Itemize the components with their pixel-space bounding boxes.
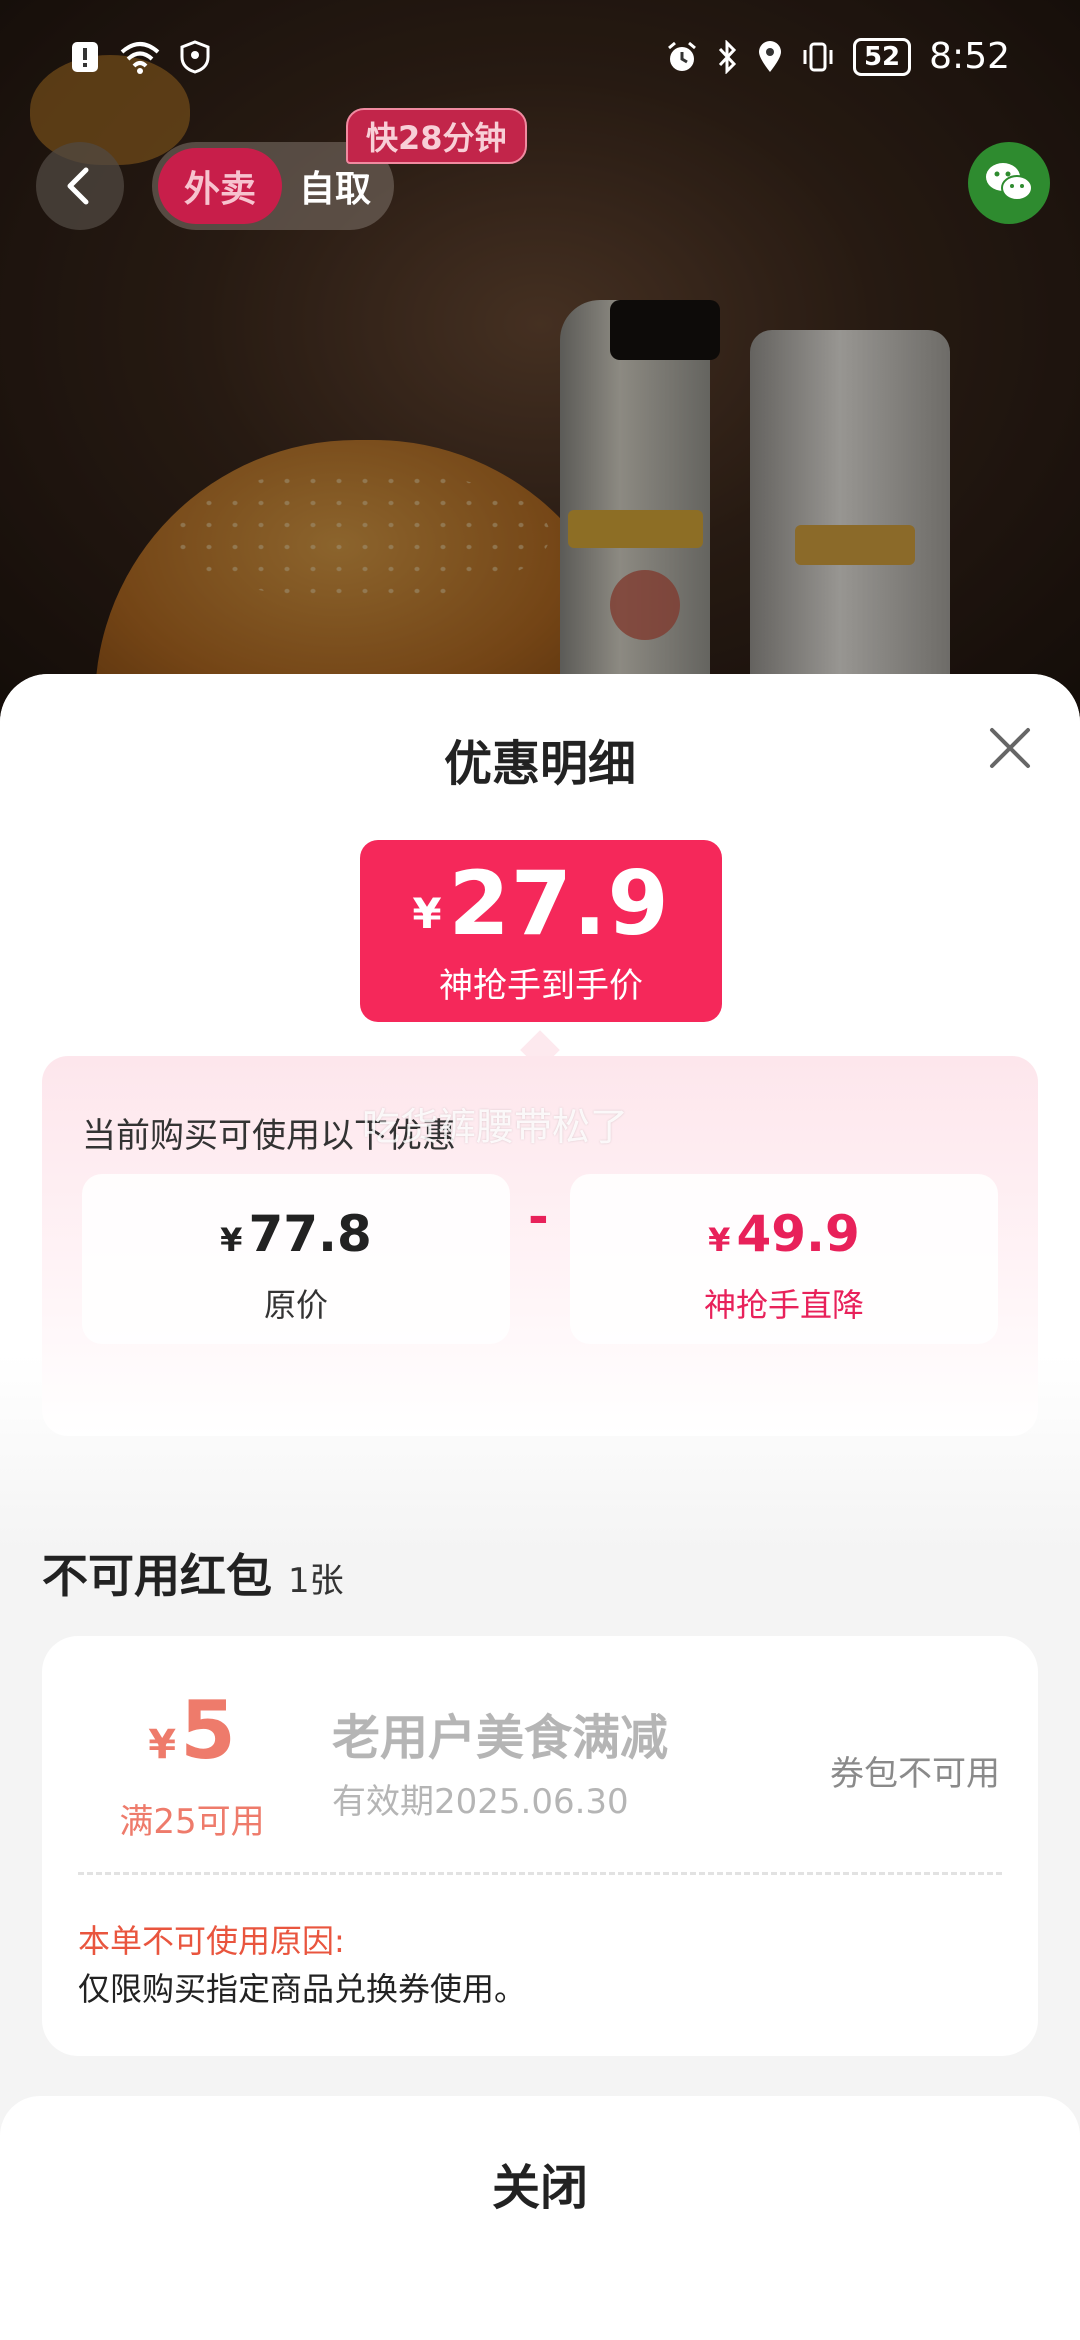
original-price: ¥77.8 (82, 1204, 510, 1270)
coupon-value-amount: 5 (180, 1684, 236, 1777)
coupon-value-block: ¥5 满25可用 (102, 1686, 282, 1843)
discount-label: 神抢手直降 (703, 1286, 864, 1324)
coupon-reason-title: 本单不可使用原因: (78, 1922, 345, 1960)
original-price-label: 原价 (263, 1286, 328, 1324)
bluetooth-icon (718, 39, 737, 74)
bottom-action-bar: 关闭 (0, 2096, 1080, 2340)
coupon-card[interactable]: ¥5 满25可用 老用户美食满减 有效期2025.06.30 券包不可用 本单不… (42, 1636, 1038, 2056)
final-price-badge: ¥27.9 神抢手到手价 (360, 840, 722, 1022)
battery-icon: 52 (852, 37, 912, 76)
discount-price: ¥49.9 (570, 1204, 998, 1270)
sheet-title: 优惠明细 (443, 736, 636, 792)
discount-detail-sheet: 优惠明细 ¥27.9 神抢手到手价 当前购买可使用以下优惠 吃货裤腰带松了 ¥7… (0, 674, 1080, 2340)
wechat-icon (986, 163, 1033, 201)
currency-symbol: ¥ (220, 1221, 243, 1259)
chevron-left-icon (67, 167, 89, 205)
wechat-share-button[interactable] (968, 142, 1050, 224)
unavailable-coupons-count: 1张 (288, 1561, 344, 1601)
notification-icon (72, 42, 98, 72)
location-icon (758, 40, 781, 72)
watermark-text: 吃货裤腰带松了 (362, 1105, 629, 1149)
coupon-divider (78, 1872, 1002, 1875)
status-bar: 52 8:52 (0, 0, 1080, 120)
vibrate-icon (803, 42, 833, 71)
wifi-icon (120, 42, 160, 74)
promo-breakdown-panel: 当前购买可使用以下优惠 吃货裤腰带松了 ¥77.8 原价 - ¥49.9 神抢手… (42, 1056, 1038, 1436)
final-price-amount: 27.9 (448, 852, 670, 955)
currency-symbol: ¥ (412, 889, 443, 938)
close-icon (990, 728, 1030, 768)
original-price-card: ¥77.8 原价 (82, 1174, 510, 1344)
close-icon-button[interactable] (984, 722, 1036, 774)
coupon-expiry: 有效期2025.06.30 (332, 1782, 629, 1822)
minus-sign: - (528, 1188, 549, 1246)
coupon-condition: 满25可用 (119, 1802, 265, 1842)
coupon-reason: 仅限购买指定商品兑换券使用。 (78, 1970, 527, 2008)
final-price: ¥27.9 (360, 854, 722, 964)
tab-pickup[interactable]: 自取 (282, 160, 388, 212)
unavailable-coupons-title: 不可用红包 (42, 1549, 272, 1603)
currency-symbol: ¥ (148, 1722, 177, 1768)
discount-card: ¥49.9 神抢手直降 (570, 1174, 998, 1344)
original-price-amount: 77.8 (248, 1205, 372, 1263)
unavailable-coupons-header: 不可用红包 1张 (42, 1540, 344, 1606)
final-price-label: 神抢手到手价 (439, 966, 643, 1006)
coupon-value: ¥5 (102, 1686, 282, 1790)
back-button[interactable] (36, 142, 124, 230)
clock: 8:52 (929, 36, 1010, 77)
tab-delivery[interactable]: 外卖 (158, 148, 282, 224)
coupon-status: 券包不可用 (830, 1754, 1000, 1794)
discount-amount: 49.9 (736, 1205, 860, 1263)
alarm-icon (668, 41, 696, 71)
coupon-name: 老用户美食满减 (332, 1710, 669, 1766)
battery-level: 52 (863, 41, 901, 72)
vpn-shield-icon (180, 40, 210, 74)
close-button[interactable]: 关闭 (0, 2138, 1080, 2238)
eta-badge: 快28分钟 (346, 108, 527, 164)
currency-symbol: ¥ (708, 1221, 731, 1259)
